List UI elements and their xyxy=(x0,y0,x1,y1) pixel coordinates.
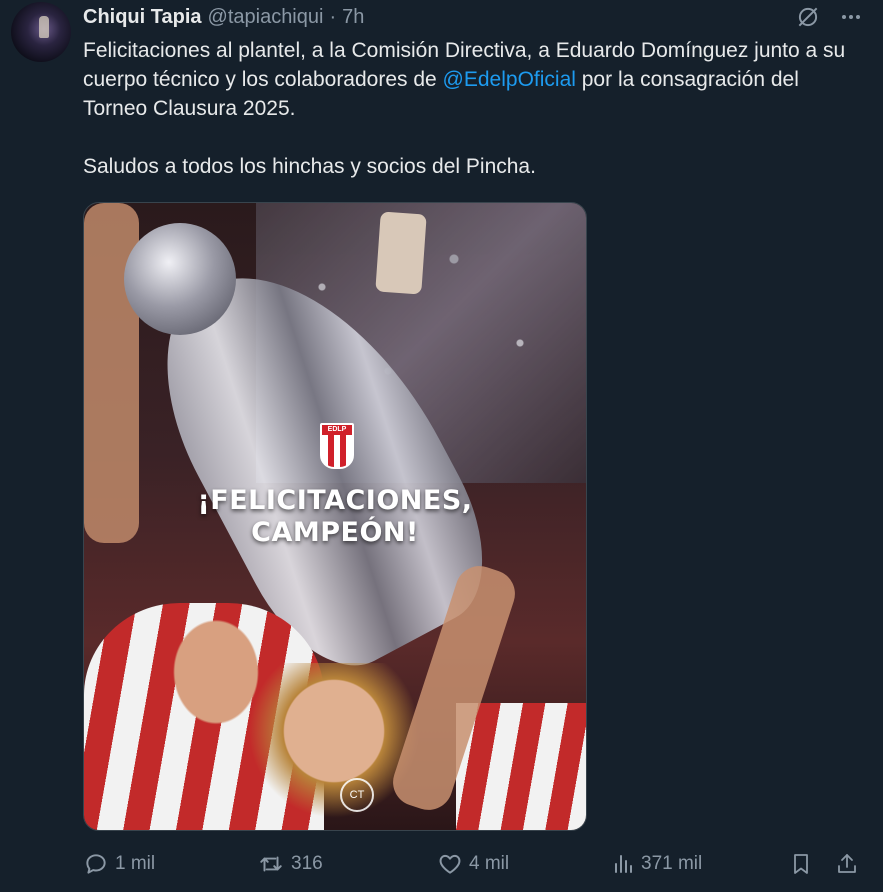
reply-count: 1 mil xyxy=(115,853,156,874)
mention-link[interactable]: @EdelpOficial xyxy=(443,68,576,91)
view-count: 371 mil xyxy=(641,853,703,874)
separator-dot: · xyxy=(329,5,337,28)
bookmark-button[interactable] xyxy=(789,851,813,877)
more-icon[interactable] xyxy=(839,5,863,29)
share-button[interactable] xyxy=(835,851,859,877)
like-button[interactable]: 4 mil xyxy=(437,851,509,877)
retweet-count: 316 xyxy=(291,853,323,874)
tweet-header: Chiqui Tapia @tapiachiqui · 7h xyxy=(83,4,364,30)
headline-line-1: ¡FELICITACIONES, xyxy=(197,485,473,516)
tweet-actions: 1 mil 316 4 mil 371 mil xyxy=(83,848,863,880)
player-jersey xyxy=(456,703,586,830)
retweet-icon xyxy=(257,851,285,877)
heart-icon xyxy=(437,851,463,877)
grok-icon[interactable] xyxy=(795,4,821,30)
trophy-ball xyxy=(124,223,236,335)
reply-button[interactable]: 1 mil xyxy=(83,851,155,877)
tweet-paragraph-2: Saludos a todos los hinchas y socios del… xyxy=(83,155,536,178)
author-handle[interactable]: @tapiachiqui xyxy=(208,6,324,29)
bookmark-icon xyxy=(789,851,813,877)
phone-in-photo xyxy=(375,211,427,295)
tweet-paragraph-1: Felicitaciones al plantel, a la Comisión… xyxy=(83,36,863,123)
retweet-button[interactable]: 316 xyxy=(257,851,323,877)
club-crest: EDLP xyxy=(320,423,354,469)
tweet-photo[interactable]: EDLP ¡FELICITACIONES, CAMPEÓN! CT xyxy=(83,202,587,831)
headline-line-2: CAMPEÓN! xyxy=(251,517,419,548)
share-icon xyxy=(835,851,859,877)
reply-icon xyxy=(83,851,109,877)
views-button[interactable]: 371 mil xyxy=(611,851,702,877)
tweet-top-actions xyxy=(795,4,863,30)
author-avatar[interactable] xyxy=(11,2,71,62)
watermark-logo: CT xyxy=(340,778,374,812)
photo-headline: ¡FELICITACIONES, CAMPEÓN! xyxy=(84,485,586,549)
views-icon xyxy=(611,851,635,877)
tweet-timestamp[interactable]: 7h xyxy=(342,6,364,29)
author-name[interactable]: Chiqui Tapia xyxy=(83,6,202,29)
like-count: 4 mil xyxy=(469,853,510,874)
tweet-text: Felicitaciones al plantel, a la Comisión… xyxy=(83,36,863,181)
